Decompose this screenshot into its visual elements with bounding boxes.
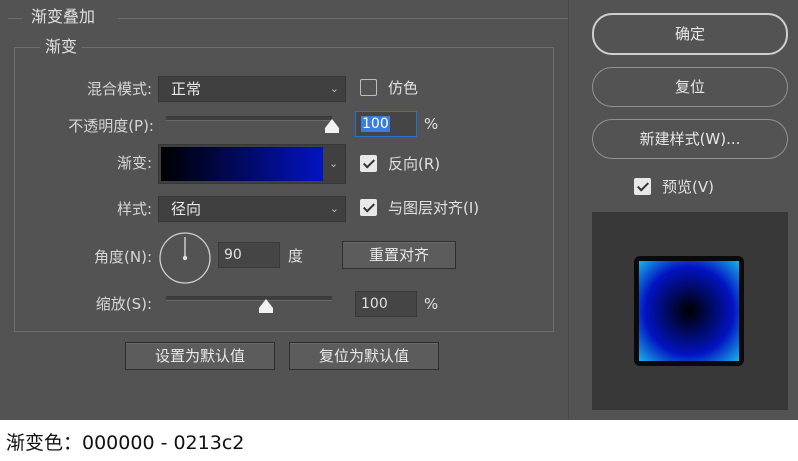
opacity-slider-track[interactable] xyxy=(166,116,332,121)
opacity-label: 不透明度(P): xyxy=(68,117,154,135)
dither-label: 仿色 xyxy=(388,79,419,97)
section-rule-right xyxy=(118,18,568,19)
chevron-down-icon: ⌄ xyxy=(329,82,339,95)
angle-label: 角度(N): xyxy=(94,248,152,266)
blend-mode-value: 正常 xyxy=(171,80,202,98)
group-title: 渐变 xyxy=(40,38,83,56)
reset-alignment-button[interactable]: 重置对齐 xyxy=(342,241,456,269)
reset-default-button[interactable]: 复位为默认值 xyxy=(289,342,439,370)
divider xyxy=(568,0,569,420)
chevron-down-icon[interactable]: ⌄ xyxy=(329,145,338,183)
reverse-label: 反向(R) xyxy=(388,155,441,173)
style-label: 样式: xyxy=(116,200,152,218)
preview-shape-outline xyxy=(634,256,744,366)
gradient-caption: 渐变色：000000 - 0213c2 xyxy=(6,432,245,454)
blend-mode-label: 混合模式: xyxy=(86,80,152,98)
section-rule-left xyxy=(8,18,22,19)
ok-button[interactable]: 确定 xyxy=(592,13,788,55)
section-title: 渐变叠加 xyxy=(26,8,101,26)
angle-dial-graphic xyxy=(159,232,211,284)
preview-label: 预览(V) xyxy=(662,178,714,196)
style-value: 径向 xyxy=(171,200,202,218)
chevron-down-icon: ⌄ xyxy=(329,202,339,215)
align-with-layer-checkbox[interactable] xyxy=(360,199,377,216)
scale-label: 缩放(S): xyxy=(95,295,152,313)
scale-slider-track[interactable] xyxy=(166,296,332,301)
scale-input[interactable]: 100 xyxy=(355,291,417,317)
opacity-unit: % xyxy=(424,115,439,133)
layer-style-dialog: 渐变叠加 渐变 混合模式: 正常 ⌄ 仿色 不透明度(P): 100 % 渐变:… xyxy=(0,0,798,420)
gradient-picker[interactable]: ⌄ xyxy=(158,144,346,184)
align-with-layer-label: 与图层对齐(I) xyxy=(388,199,480,217)
angle-value: 90 xyxy=(224,247,242,263)
reset-button[interactable]: 复位 xyxy=(592,67,788,107)
preview-shape xyxy=(639,261,739,361)
blend-mode-select[interactable]: 正常 ⌄ xyxy=(158,76,346,102)
new-style-button[interactable]: 新建样式(W)... xyxy=(592,119,788,159)
angle-unit: 度 xyxy=(288,247,304,265)
reverse-checkbox[interactable] xyxy=(360,155,377,172)
scale-value: 100 xyxy=(361,296,388,312)
gradient-label: 渐变: xyxy=(116,154,152,172)
angle-input[interactable]: 90 xyxy=(218,242,280,268)
opacity-input[interactable]: 100 xyxy=(355,111,417,137)
set-default-button[interactable]: 设置为默认值 xyxy=(125,342,275,370)
preview-checkbox[interactable] xyxy=(634,178,651,195)
opacity-value: 100 xyxy=(361,116,390,132)
opacity-slider-thumb[interactable] xyxy=(325,119,339,133)
scale-unit: % xyxy=(424,295,439,313)
dither-checkbox[interactable] xyxy=(360,79,377,96)
angle-dial[interactable] xyxy=(158,231,212,285)
style-select[interactable]: 径向 ⌄ xyxy=(158,196,346,222)
style-preview-area xyxy=(592,212,788,410)
scale-slider-thumb[interactable] xyxy=(258,299,273,313)
gradient-swatch[interactable] xyxy=(161,147,323,181)
